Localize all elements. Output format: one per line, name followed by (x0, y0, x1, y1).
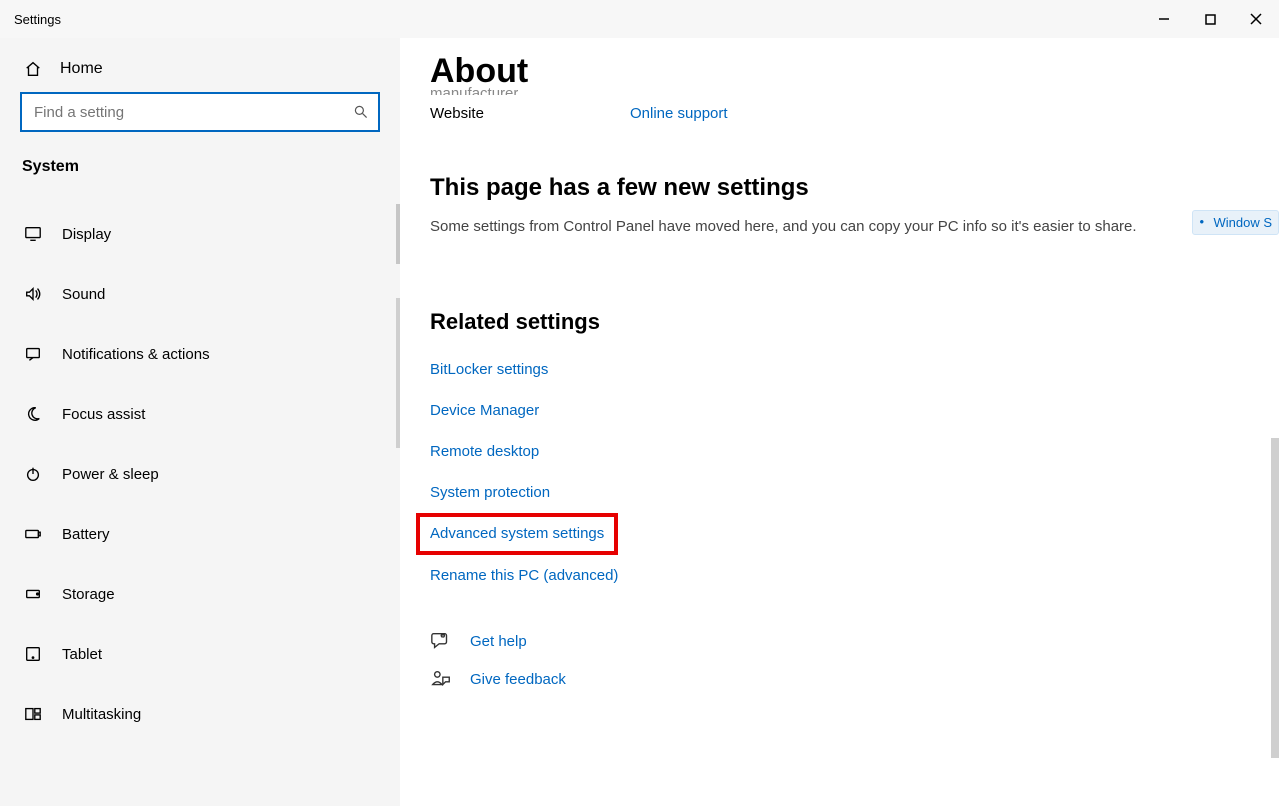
search-icon (352, 103, 370, 121)
window-title: Settings (14, 12, 61, 27)
sidebar-home-label: Home (60, 60, 103, 78)
main-pane: About manufacturer Website Online suppor… (400, 38, 1279, 806)
tablet-icon (24, 645, 42, 663)
sidebar-item-tablet[interactable]: Tablet (0, 624, 400, 684)
sidebar-item-label: Tablet (62, 646, 102, 663)
sidebar-item-display[interactable]: Display (0, 204, 400, 264)
close-button[interactable] (1233, 0, 1279, 38)
sidebar-item-label: Focus assist (62, 406, 145, 423)
multitask-icon (24, 705, 42, 723)
new-settings-heading: This page has a few new settings (430, 174, 1249, 202)
manufacturer-label: manufacturer (430, 85, 518, 95)
search-field[interactable] (34, 104, 352, 121)
give-feedback-row[interactable]: Give feedback (430, 668, 1249, 690)
related-link-rename-this-pc-advanced-[interactable]: Rename this PC (advanced) (430, 555, 618, 596)
sidebar-section-label: System (0, 148, 400, 186)
sound-icon (24, 285, 42, 303)
windows-chip[interactable]: Window S (1192, 210, 1279, 235)
related-link-bitlocker-settings[interactable]: BitLocker settings (430, 349, 548, 390)
website-label: Website (430, 105, 550, 122)
get-help-row[interactable]: ? Get help (430, 630, 1249, 652)
online-support-link[interactable]: Online support (630, 105, 728, 122)
related-settings-heading: Related settings (430, 309, 1249, 335)
sidebar-item-label: Multitasking (62, 706, 141, 723)
sidebar-item-focus-assist[interactable]: Focus assist (0, 384, 400, 444)
related-link-system-protection[interactable]: System protection (430, 472, 550, 513)
maximize-button[interactable] (1187, 0, 1233, 38)
related-link-remote-desktop[interactable]: Remote desktop (430, 431, 539, 472)
feedback-icon (430, 668, 452, 690)
sidebar-item-label: Battery (62, 526, 110, 543)
svg-text:?: ? (442, 634, 444, 638)
sidebar-item-notifications-actions[interactable]: Notifications & actions (0, 324, 400, 384)
sidebar-item-label: Notifications & actions (62, 346, 210, 363)
sidebar-item-label: Sound (62, 286, 105, 303)
sidebar-item-label: Storage (62, 586, 115, 603)
give-feedback-link[interactable]: Give feedback (470, 671, 566, 688)
main-scrollbar[interactable] (1271, 438, 1279, 758)
sidebar-item-sound[interactable]: Sound (0, 264, 400, 324)
get-help-link[interactable]: Get help (470, 633, 527, 650)
sidebar-item-multitasking[interactable]: Multitasking (0, 684, 400, 744)
sidebar-nav: Display Sound Notifications & actions Focus… (0, 204, 400, 744)
sidebar: Home System Display Sound Notifications & … (0, 38, 400, 806)
power-icon (24, 465, 42, 483)
sidebar-item-battery[interactable]: Battery (0, 504, 400, 564)
help-icon: ? (430, 630, 452, 652)
storage-icon (24, 585, 42, 603)
sidebar-item-storage[interactable]: Storage (0, 564, 400, 624)
bell-icon (24, 345, 42, 363)
minimize-button[interactable] (1141, 0, 1187, 38)
moon-icon (24, 405, 42, 423)
search-input[interactable] (20, 92, 380, 132)
sidebar-item-label: Power & sleep (62, 466, 159, 483)
highlighted-link-box: Advanced system settings (416, 513, 618, 555)
display-icon (24, 225, 42, 243)
related-link-advanced-system-settings[interactable]: Advanced system settings (430, 525, 604, 542)
related-links-list: BitLocker settingsDevice ManagerRemote d… (430, 349, 1249, 596)
sidebar-item-power-sleep[interactable]: Power & sleep (0, 444, 400, 504)
page-title: About (430, 52, 1249, 91)
sidebar-home[interactable]: Home (0, 50, 400, 92)
titlebar: Settings (0, 0, 1279, 38)
battery-icon (24, 525, 42, 543)
sidebar-item-label: Display (62, 226, 111, 243)
new-settings-desc: Some settings from Control Panel have mo… (430, 216, 1249, 237)
related-link-device-manager[interactable]: Device Manager (430, 390, 539, 431)
home-icon (24, 60, 42, 78)
